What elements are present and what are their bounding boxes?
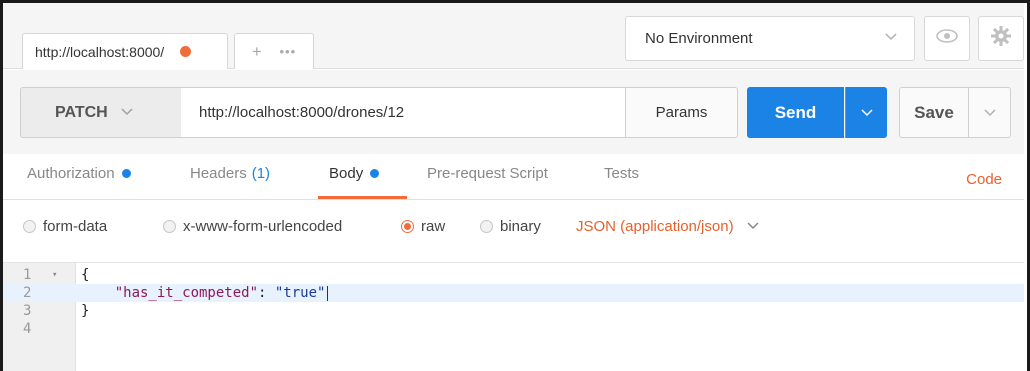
radio-urlencoded[interactable]: x-www-form-urlencoded <box>163 218 342 235</box>
radio-binary[interactable]: binary <box>480 218 541 235</box>
tab-headers[interactable]: Headers (1) <box>190 165 270 182</box>
indicator-dot-icon <box>370 169 380 178</box>
editor-line: 1 ▾ { <box>3 266 1024 284</box>
radio-selected-icon <box>401 220 414 233</box>
url-input[interactable]: http://localhost:8000/drones/12 <box>181 87 627 138</box>
line-number: 2 <box>23 285 32 301</box>
send-options-button[interactable] <box>845 87 887 138</box>
editor-line-active: 2 "has_it_competed": "true" <box>3 284 1024 302</box>
line-number: 4 <box>23 321 32 337</box>
content-type-select[interactable]: JSON (application/json) <box>576 218 760 235</box>
more-tabs-button[interactable]: ••• <box>279 44 296 59</box>
chevron-down-icon <box>746 218 760 235</box>
manage-environments-button[interactable] <box>978 16 1024 61</box>
send-button[interactable]: Send <box>747 87 844 138</box>
tab-headers-label: Headers <box>190 165 247 182</box>
code-link[interactable]: Code <box>966 171 1002 188</box>
radio-binary-label: binary <box>500 218 541 235</box>
chevron-down-icon <box>884 29 898 47</box>
editor-line: 3 } <box>3 302 1024 320</box>
chevron-down-icon <box>120 104 134 122</box>
headers-count: (1) <box>251 165 271 182</box>
request-tab[interactable]: http://localhost:8000/ <box>22 33 228 69</box>
params-button[interactable]: Params <box>625 87 738 138</box>
radio-raw-label: raw <box>421 218 446 235</box>
fold-arrow-icon[interactable]: ▾ <box>52 266 57 284</box>
text-cursor <box>327 285 329 301</box>
content-type-value: JSON (application/json) <box>576 218 734 235</box>
json-key: "has_it_competed" <box>114 285 259 301</box>
tab-authorization-label: Authorization <box>27 165 115 182</box>
chevron-down-icon <box>860 104 873 122</box>
method-select-value: PATCH <box>55 103 108 121</box>
radio-raw[interactable]: raw <box>401 218 445 235</box>
unsaved-dot-icon <box>180 46 192 57</box>
radio-icon <box>23 220 36 233</box>
json-colon: : <box>258 285 275 301</box>
method-select[interactable]: PATCH <box>20 87 182 138</box>
request-tab-title: http://localhost:8000/ <box>35 43 165 60</box>
json-value: "true" <box>274 285 326 301</box>
code-text: } <box>81 303 90 319</box>
chevron-down-icon <box>983 104 996 122</box>
indicator-dot-icon <box>121 169 131 178</box>
radio-icon <box>480 220 493 233</box>
code-text: { <box>81 267 90 283</box>
body-editor[interactable]: 1 ▾ { 2 "has_it_competed": "true" 3 } 4 <box>3 262 1024 371</box>
gear-icon <box>990 25 1012 52</box>
url-bar: PATCH http://localhost:8000/drones/12 Pa… <box>3 70 1024 154</box>
tab-authorization[interactable]: Authorization <box>27 165 131 182</box>
environment-select[interactable]: No Environment <box>625 16 915 61</box>
new-tab-button[interactable]: + <box>252 42 262 62</box>
radio-form-data-label: form-data <box>43 218 108 235</box>
eye-icon <box>935 28 959 49</box>
radio-urlencoded-label: x-www-form-urlencoded <box>183 218 343 235</box>
line-number: 3 <box>23 303 32 319</box>
tab-body-label: Body <box>329 165 364 182</box>
editor-line: 4 <box>3 320 1024 338</box>
request-tabs: Authorization Headers (1) Body Pre-reque… <box>3 154 1024 200</box>
environment-quick-look-button[interactable] <box>924 16 970 61</box>
radio-icon <box>163 220 176 233</box>
radio-form-data[interactable]: form-data <box>23 218 107 235</box>
code-text: "has_it_competed": "true" <box>81 284 329 302</box>
tab-pre-request-script[interactable]: Pre-request Script <box>427 165 548 182</box>
body-type-selector: form-data x-www-form-urlencoded raw bina… <box>3 200 1024 260</box>
tab-tests[interactable]: Tests <box>604 165 639 182</box>
tab-actions: + ••• <box>234 33 314 69</box>
environment-select-value: No Environment <box>645 30 753 47</box>
line-number: 1 <box>23 267 32 283</box>
save-options-button[interactable] <box>968 87 1011 138</box>
save-button[interactable]: Save <box>899 87 969 138</box>
tab-body[interactable]: Body <box>329 165 380 182</box>
active-tab-underline <box>318 196 407 199</box>
